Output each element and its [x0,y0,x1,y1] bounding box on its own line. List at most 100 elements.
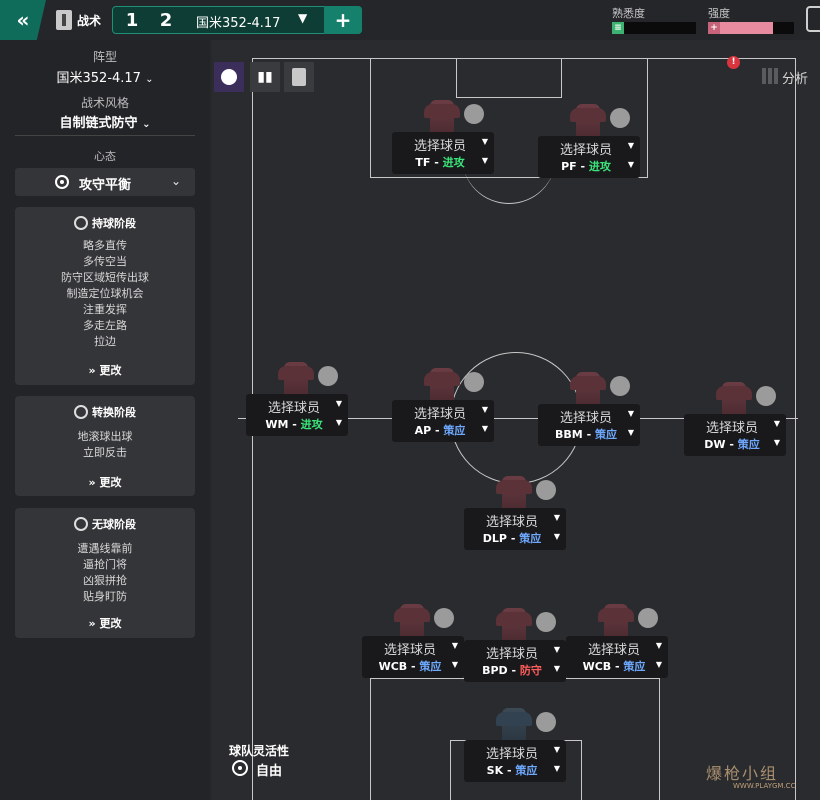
pick-player-label: 选择球员 [705,421,758,436]
shirt-icon [394,604,430,640]
duty-label: 策应 [419,660,442,673]
top-six-yard-box [456,58,562,98]
pick-player-label: 选择球员 [485,647,538,662]
double-chevron-right-icon: » [88,364,96,377]
role-duty: DLP - 策应 [482,532,542,545]
player-view-button[interactable] [214,62,244,92]
role-selector[interactable]: 选择球员 ▼ DLP - 策应 ▼ [464,508,566,550]
grid-icon [762,68,778,84]
list-item: 遭遇线靠前 [77,542,133,555]
role-selector[interactable]: 选择球员 ▼ SK - 策应 ▼ [464,740,566,782]
style-select[interactable]: 自制链式防守 ⌄ [15,112,195,131]
watermark-url: WWW.PLAYGM.CC [733,782,796,790]
shirt-icon [598,604,634,640]
role-duty: TF - 进攻 [415,156,465,169]
duty-label: 策应 [443,424,466,437]
duty-label: 策应 [737,438,760,451]
pick-player-label: 选择球员 [383,643,436,658]
list-item: 逼抢门将 [83,558,127,571]
ball-icon [74,216,88,230]
transition-change-button[interactable]: » 更改 [15,474,195,490]
transition-icon [74,405,88,419]
empty-player-icon [756,386,776,406]
mentality-label: 心态 [94,150,116,163]
empty-player-icon [610,376,630,396]
list-item: 多传空当 [83,255,127,268]
role-duty: DW - 策应 [704,438,760,451]
menu-button[interactable] [806,6,820,32]
role-selector[interactable]: 选择球员 ▼ TF - 进攻 ▼ [392,132,494,174]
shirt-icon [278,362,314,398]
watermark-logo: 爆枪小组 [706,764,779,783]
shirt-icon [496,476,532,512]
role-duty: WCB - 策应 [378,660,442,673]
duty-label: 策应 [594,428,617,441]
tactics-sidebar: 阵型 国米352-4.17 ⌄ 战术风格 自制链式防守 ⌄ 心态 攻守平衡 ⌄ … [0,40,210,800]
role-selector[interactable]: 选择球员 ▼ DW - 策应 ▼ [684,414,786,456]
pick-player-label: 选择球员 [559,143,612,158]
tactic-tab-2[interactable]: 2 [152,6,180,34]
pick-player-label: 选择球员 [587,643,640,658]
pick-player-label: 选择球员 [413,407,466,422]
in-possession-change-button[interactable]: » 更改 [15,362,195,378]
role-label: BPD [482,664,508,677]
in-possession-title: 持球阶段 [15,215,195,231]
bar-chart-icon: ▮▮ [257,69,273,85]
add-tactic-button[interactable]: + [324,6,362,34]
role-duty: WM - 进攻 [265,418,323,431]
role-label: SK [486,764,504,777]
role-label: DLP [482,532,507,545]
alert-icon[interactable]: ! [727,56,740,69]
pitch: ▮▮ ! 分析 选择球员 ▼ TF - 进攻 ▼ 选择球员 ▼ PF - 进攻 ▼ 选择球员… [212,40,820,800]
familiarity-meter: ≡ [612,22,696,34]
shirt-icon [716,382,752,418]
shirt-icon [570,104,606,140]
instructions-view-button[interactable] [284,62,314,92]
role-selector[interactable]: 选择球员 ▼ WM - 进攻 ▼ [246,394,348,436]
empty-player-icon [464,104,484,124]
in-possession-panel: 持球阶段 略多直传 多传空当 防守区域短传出球 制造定位球机会 注重发挥 多走左… [15,207,195,385]
out-of-possession-change-button[interactable]: » 更改 [15,615,195,631]
role-label: DW [704,438,726,451]
pick-player-label: 选择球员 [559,411,612,426]
role-selector[interactable]: 选择球员 ▼ BPD - 防守 ▼ [464,640,566,682]
empty-player-icon [434,608,454,628]
empty-player-icon [318,366,338,386]
duty-label: 策应 [623,660,646,673]
list-item: 注重发挥 [83,303,127,316]
chevron-down-icon[interactable]: ▼ [298,11,307,25]
shirt-icon [570,372,606,408]
role-selector[interactable]: 选择球员 ▼ WCB - 策应 ▼ [362,636,464,678]
transition-panel: 转换阶段 地滚球出球 立即反击 » 更改 [15,396,195,496]
duty-label: 防守 [519,664,542,677]
shirt-icon [424,100,460,136]
formation-value: 国米352-4.17 [56,71,141,86]
role-selector[interactable]: 选择球员 ▼ BBM - 策应 ▼ [538,404,640,446]
duty-label: 进攻 [588,160,611,173]
back-button[interactable]: « [0,0,46,40]
list-item: 拉边 [94,335,116,348]
stats-view-button[interactable]: ▮▮ [250,62,280,92]
role-selector[interactable]: 选择球员 ▼ WCB - 策应 ▼ [566,636,668,678]
double-chevron-right-icon: » [88,476,96,489]
role-label: BBM [555,428,583,441]
double-chevron-left-icon: « [16,8,30,32]
role-duty: SK - 策应 [486,764,538,777]
fluidity-value[interactable]: 自由 [256,760,282,779]
role-label: PF [561,160,577,173]
mentality-select[interactable]: 攻守平衡 ⌄ [15,168,195,196]
role-duty: BBM - 策应 [555,428,617,441]
out-of-possession-list: 遭遇线靠前 逼抢门将 凶狠拼抢 贴身盯防 [15,541,195,605]
role-selector[interactable]: 选择球员 ▼ AP - 策应 ▼ [392,400,494,442]
formation-select[interactable]: 国米352-4.17 ⌄ [15,67,195,86]
tactic-tab-1[interactable]: 1 [118,6,146,34]
analysis-button[interactable]: 分析 [782,68,808,87]
empty-player-icon [536,712,556,732]
intensity-icon: + [708,22,720,34]
tactic-name[interactable]: 国米352-4.17 [196,12,280,31]
in-possession-list: 略多直传 多传空当 防守区域短传出球 制造定位球机会 注重发挥 多走左路 拉边 [15,238,195,350]
list-item: 贴身盯防 [83,590,127,603]
role-selector[interactable]: 选择球员 ▼ PF - 进攻 ▼ [538,136,640,178]
formation-label: 阵型 [92,50,117,64]
list-item: 略多直传 [83,239,127,252]
